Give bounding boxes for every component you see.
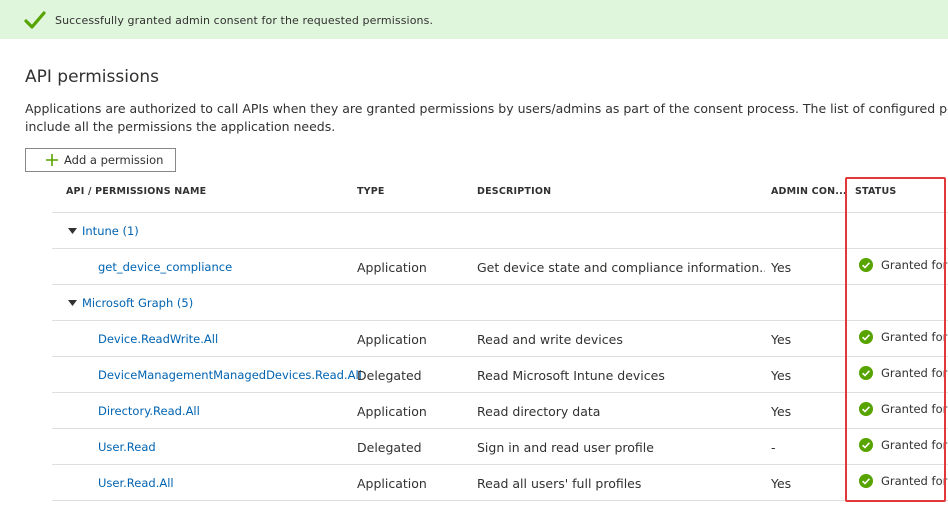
- permission-type: Application: [357, 404, 427, 419]
- row-divider: [52, 212, 948, 213]
- admin-consent-value: Yes: [771, 404, 792, 419]
- permission-description: Read and write devices: [477, 332, 623, 347]
- permission-type: Application: [357, 476, 427, 491]
- row-divider: [52, 248, 948, 249]
- row-divider: [52, 464, 948, 465]
- description-line-2: include all the permissions the applicat…: [25, 119, 336, 134]
- status-badge: Granted for: [859, 258, 947, 272]
- status-badge: Granted for: [859, 438, 947, 452]
- admin-consent-value: -: [771, 440, 776, 455]
- check-circle-icon: [859, 402, 873, 416]
- status-badge: Granted for: [859, 474, 947, 488]
- permission-name-link[interactable]: Device.ReadWrite.All: [98, 332, 218, 346]
- group-header-intune[interactable]: Intune (1): [68, 224, 139, 238]
- page-description: Applications are authorized to call APIs…: [25, 100, 948, 136]
- status-badge: Granted for: [859, 366, 947, 380]
- plus-icon: [46, 154, 58, 166]
- column-header-status[interactable]: STATUS: [855, 186, 896, 197]
- permission-description: Sign in and read user profile: [477, 440, 654, 455]
- caret-down-icon[interactable]: [68, 228, 77, 234]
- admin-consent-value: Yes: [771, 332, 792, 347]
- admin-consent-value: Yes: [771, 368, 792, 383]
- permission-name-link[interactable]: get_device_compliance: [98, 260, 232, 274]
- description-line-1: Applications are authorized to call APIs…: [25, 101, 948, 116]
- add-permission-button[interactable]: Add a permission: [25, 148, 176, 172]
- status-text: Granted for: [881, 402, 948, 416]
- permission-description: Read directory data: [477, 404, 601, 419]
- checkmark-icon: [24, 11, 46, 29]
- permission-description: Read all users' full profiles: [477, 476, 642, 491]
- row-divider: [52, 356, 948, 357]
- row-divider: [52, 500, 948, 501]
- status-text: Granted for: [881, 438, 948, 452]
- row-divider: [52, 392, 948, 393]
- page-title: API permissions: [25, 67, 159, 87]
- row-divider: [52, 284, 948, 285]
- check-circle-icon: [859, 474, 873, 488]
- add-permission-label: Add a permission: [64, 153, 164, 167]
- column-header-type[interactable]: TYPE: [357, 186, 385, 197]
- group-header-microsoft-graph[interactable]: Microsoft Graph (5): [68, 296, 193, 310]
- caret-down-icon[interactable]: [68, 300, 77, 306]
- row-divider: [52, 428, 948, 429]
- admin-consent-value: Yes: [771, 260, 792, 275]
- permission-type: Delegated: [357, 368, 422, 383]
- success-banner: Successfully granted admin consent for t…: [0, 0, 948, 39]
- permission-type: Application: [357, 260, 427, 275]
- permission-name-link[interactable]: DeviceManagementManagedDevices.Read.All: [98, 368, 362, 382]
- permission-name-link[interactable]: User.Read.All: [98, 476, 174, 490]
- group-label: Intune (1): [82, 224, 139, 238]
- check-circle-icon: [859, 258, 873, 272]
- success-message: Successfully granted admin consent for t…: [55, 14, 434, 27]
- status-text: Granted for: [881, 366, 948, 380]
- status-text: Granted for: [881, 474, 948, 488]
- admin-consent-value: Yes: [771, 476, 792, 491]
- column-header-name[interactable]: API / PERMISSIONS NAME: [66, 186, 206, 197]
- status-text: Granted for: [881, 258, 948, 272]
- column-header-description[interactable]: DESCRIPTION: [477, 186, 551, 197]
- check-circle-icon: [859, 438, 873, 452]
- permission-type: Delegated: [357, 440, 422, 455]
- permission-type: Application: [357, 332, 427, 347]
- permission-name-link[interactable]: Directory.Read.All: [98, 404, 200, 418]
- column-header-admin-consent[interactable]: ADMIN CON...: [771, 186, 847, 197]
- check-circle-icon: [859, 330, 873, 344]
- permission-description: Read Microsoft Intune devices: [477, 368, 665, 383]
- row-divider: [52, 320, 948, 321]
- status-text: Granted for: [881, 330, 948, 344]
- permission-name-link[interactable]: User.Read: [98, 440, 156, 454]
- check-circle-icon: [859, 366, 873, 380]
- status-badge: Granted for: [859, 330, 947, 344]
- permission-description: Get device state and compliance informat…: [477, 260, 765, 275]
- group-label: Microsoft Graph (5): [82, 296, 194, 310]
- status-badge: Granted for: [859, 402, 947, 416]
